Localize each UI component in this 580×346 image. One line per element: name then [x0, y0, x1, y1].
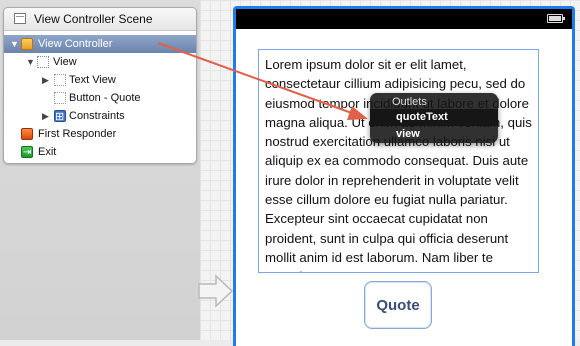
view-controller-frame[interactable]: Lorem ipsum dolor sit er elit lamet, con…	[233, 6, 575, 346]
view-controller-icon	[21, 38, 33, 50]
outlet-item-label: quoteText	[396, 111, 448, 123]
scene-header[interactable]: View Controller Scene	[4, 8, 196, 31]
text-view[interactable]: Lorem ipsum dolor sit er elit lamet, con…	[258, 49, 539, 273]
scene-title: View Controller Scene	[34, 12, 153, 26]
outline-item-button-quote[interactable]: Button - Quote	[4, 89, 196, 107]
outlets-title: Outlets	[392, 96, 427, 108]
outline-item-exit[interactable]: Exit	[4, 143, 196, 162]
text-view-icon	[54, 74, 66, 86]
outline-item-view-controller[interactable]: ▼ View Controller	[4, 35, 196, 53]
outline-item-view[interactable]: ▼ View	[4, 53, 196, 71]
battery-icon	[547, 14, 565, 23]
disclosure-open-icon[interactable]: ▼	[10, 35, 19, 53]
segue-entry-arrow-icon	[198, 274, 234, 308]
button-icon	[54, 92, 66, 104]
outline-item-label: View	[53, 56, 77, 68]
outline-item-label: Button - Quote	[69, 92, 141, 104]
disclosure-closed-icon[interactable]: ▶	[42, 71, 49, 89]
status-bar	[236, 9, 572, 29]
outline-item-label: Constraints	[69, 110, 125, 122]
outline-item-constraints[interactable]: ▶ Constraints	[4, 107, 196, 126]
constraints-icon	[54, 108, 66, 126]
outline-item-label: Exit	[38, 146, 57, 158]
view-icon	[37, 56, 49, 68]
outlet-item-view[interactable]: view	[396, 127, 420, 141]
disclosure-open-icon[interactable]: ▼	[26, 53, 35, 71]
quote-button[interactable]: Quote	[364, 281, 432, 329]
first-responder-icon	[21, 128, 33, 140]
outline-item-first-responder[interactable]: First Responder	[4, 125, 196, 143]
outline-item-label: View Controller	[38, 38, 113, 50]
outlets-popup[interactable]: Outlets quoteText view	[370, 93, 498, 143]
document-outline[interactable]: View Controller Scene ▼ View Controller …	[3, 7, 197, 164]
text-view-content: Lorem ipsum dolor sit er elit lamet, con…	[265, 57, 532, 272]
exit-icon	[21, 144, 33, 162]
outline-item-label: First Responder	[38, 128, 117, 140]
outline-item-label: Text View	[69, 74, 116, 86]
scene-icon	[14, 13, 26, 24]
outline-item-text-view[interactable]: ▶ Text View	[4, 71, 196, 89]
outlet-item-quotetext[interactable]: quoteText	[370, 109, 498, 126]
disclosure-closed-icon[interactable]: ▶	[42, 107, 49, 125]
